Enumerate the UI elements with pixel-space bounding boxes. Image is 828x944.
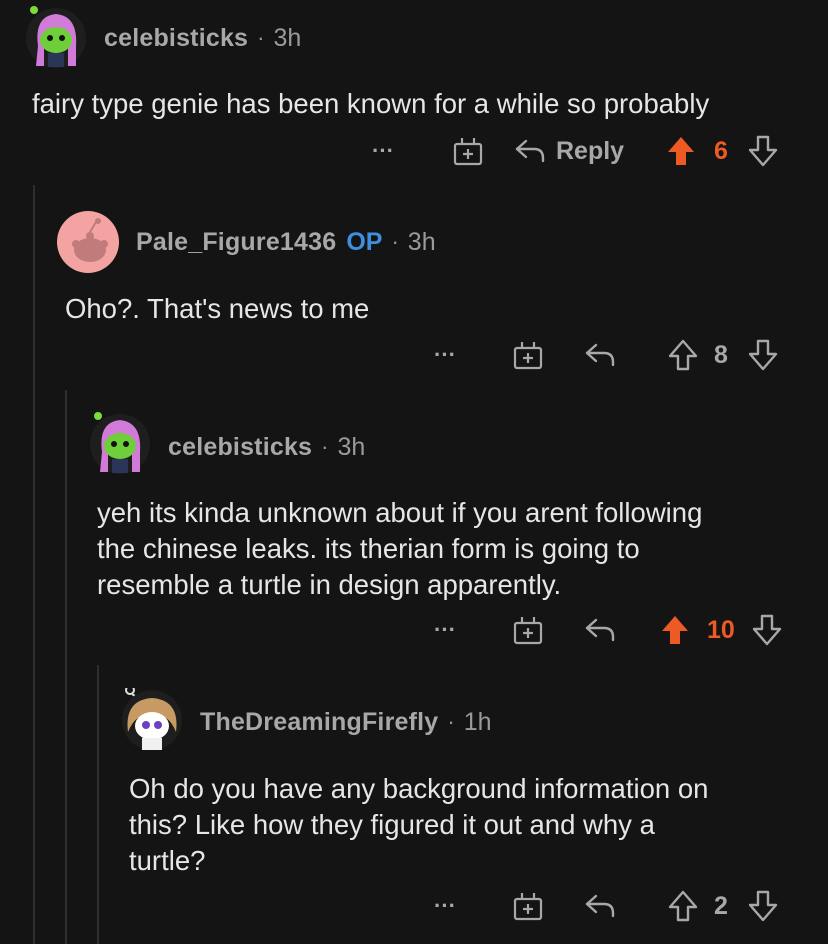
thread-line-level-1[interactable] — [33, 185, 35, 944]
gift-icon — [453, 138, 483, 166]
reply-arrow-icon — [515, 139, 545, 163]
timestamp: 3h — [273, 23, 302, 52]
upvote-button[interactable] — [666, 131, 696, 171]
comment-header: TheDreamingFirefly · 1h — [200, 706, 492, 738]
downvote-button[interactable] — [748, 335, 778, 375]
timestamp: 3h — [407, 227, 436, 256]
upvote-arrow-icon — [668, 339, 698, 371]
op-badge: OP — [346, 227, 383, 256]
comment-header: celebisticks · 3h — [168, 431, 365, 463]
reply-label: Reply — [556, 136, 625, 165]
upvote-arrow-filled-icon — [668, 137, 694, 165]
more-icon: ··· — [434, 617, 456, 642]
upvote-button[interactable] — [668, 335, 698, 375]
user-avatar[interactable] — [120, 685, 184, 752]
reply-button[interactable] — [584, 610, 616, 650]
gift-icon — [513, 893, 543, 921]
more-options-button[interactable]: ··· — [372, 131, 394, 171]
snoo-avatar-icon — [90, 412, 150, 474]
username[interactable]: celebisticks — [104, 24, 248, 53]
more-options-button[interactable]: ··· — [434, 610, 456, 650]
comment-actions: ··· 2 — [0, 886, 828, 926]
downvote-arrow-icon — [752, 614, 782, 646]
separator-dot: · — [447, 709, 455, 734]
more-options-button[interactable]: ··· — [434, 886, 456, 926]
comment-header: Pale_Figure1436 OP · 3h — [136, 226, 436, 258]
upvote-arrow-filled-icon — [662, 616, 688, 644]
snoo-avatar-icon — [26, 6, 86, 68]
gift-icon — [513, 342, 543, 370]
upvote-button[interactable] — [660, 610, 690, 650]
award-button[interactable] — [452, 131, 484, 171]
downvote-arrow-icon — [748, 135, 778, 167]
separator-dot: · — [321, 434, 329, 459]
downvote-button[interactable] — [748, 886, 778, 926]
comment-body: Oho?. That's news to me — [65, 293, 370, 324]
more-options-button[interactable]: ··· — [434, 335, 456, 375]
award-button[interactable] — [512, 886, 544, 926]
comment-actions: ··· 10 — [0, 610, 828, 650]
reply-arrow-icon — [585, 618, 615, 642]
snoo-avatar-icon — [122, 685, 182, 750]
comment-actions: ··· 8 — [0, 335, 828, 375]
downvote-arrow-icon — [748, 339, 778, 371]
vote-score: 8 — [714, 340, 728, 369]
user-avatar[interactable] — [24, 6, 88, 70]
vote-score: 6 — [714, 136, 728, 165]
reply-arrow-icon — [585, 894, 615, 918]
user-avatar[interactable] — [56, 210, 120, 274]
vote-score: 10 — [707, 615, 735, 644]
timestamp: 1h — [463, 707, 492, 736]
separator-dot: · — [391, 229, 399, 254]
comment-header: celebisticks · 3h — [104, 22, 301, 54]
reply-button[interactable] — [584, 886, 616, 926]
award-button[interactable] — [512, 610, 544, 650]
comment-body: fairy type genie has been known for a wh… — [32, 88, 710, 119]
upvote-arrow-icon — [668, 890, 698, 922]
downvote-button[interactable] — [752, 610, 782, 650]
more-icon: ··· — [372, 138, 394, 163]
username[interactable]: Pale_Figure1436 — [136, 228, 336, 257]
username[interactable]: celebisticks — [168, 433, 312, 462]
downvote-arrow-icon — [748, 890, 778, 922]
gift-icon — [513, 617, 543, 645]
comment-body: Oh do you have any background informatio… — [129, 773, 709, 876]
vote-score: 2 — [714, 891, 728, 920]
more-icon: ··· — [434, 342, 456, 367]
upvote-button[interactable] — [668, 886, 698, 926]
timestamp: 3h — [337, 432, 366, 461]
comment-actions: ··· Reply 6 — [0, 131, 828, 171]
reply-button[interactable] — [584, 335, 616, 375]
reply-arrow-icon — [585, 343, 615, 367]
more-icon: ··· — [434, 893, 456, 918]
thread-line-level-2[interactable] — [65, 390, 67, 944]
comment-body: yeh its kinda unknown about if you arent… — [97, 497, 703, 600]
username[interactable]: TheDreamingFirefly — [200, 708, 438, 737]
user-avatar[interactable] — [88, 412, 152, 476]
downvote-button[interactable] — [748, 131, 778, 171]
award-button[interactable] — [512, 335, 544, 375]
default-snoo-avatar-icon — [57, 211, 119, 273]
separator-dot: · — [257, 25, 265, 50]
reply-button[interactable]: Reply — [514, 131, 624, 171]
